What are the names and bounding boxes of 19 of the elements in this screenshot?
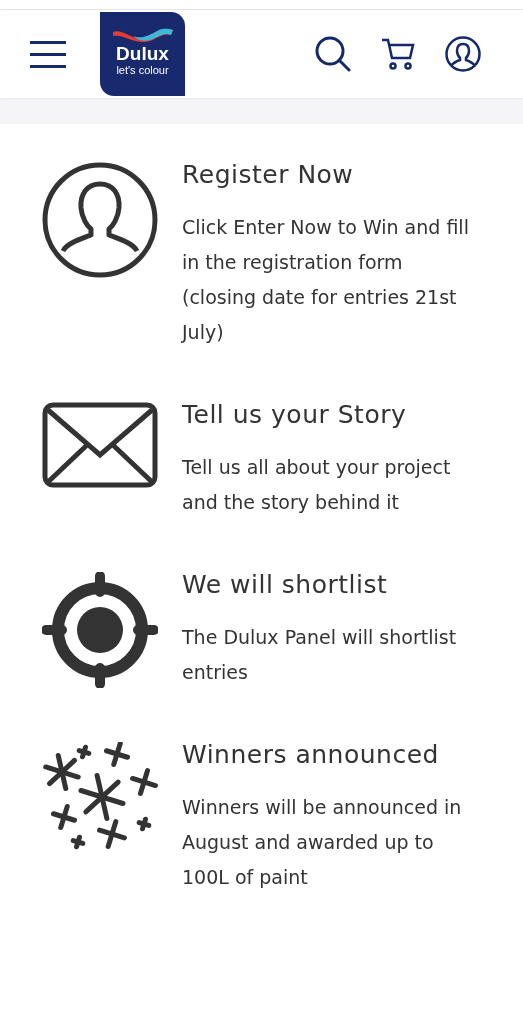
cart-icon[interactable] [381, 37, 415, 71]
logo-brand: Dulux [116, 44, 169, 63]
envelope-icon [42, 402, 158, 488]
step-title: Tell us your Story [182, 400, 408, 430]
logo[interactable]: Dulux let's colour [100, 12, 185, 96]
step-description: Winners will be announced in August and awarded up to 100L of paint [182, 795, 463, 890]
step-description: The Dulux Panel will shortlist entries [182, 625, 458, 685]
menu-icon[interactable] [30, 40, 66, 68]
search-icon[interactable] [315, 36, 351, 72]
target-icon [42, 572, 158, 688]
account-icon[interactable] [445, 36, 481, 72]
logo-tagline: let's colour [116, 65, 169, 76]
user-icon [42, 162, 158, 278]
step-title: We will shortlist [182, 570, 389, 600]
step-description: Click Enter Now to Win and fill in the registration form (closing date for entries 21st July) [182, 215, 470, 345]
sparkles-icon [42, 742, 158, 852]
step-title: Winners announced [182, 740, 440, 770]
step-description: Tell us all about your project and the story behind it [182, 455, 452, 515]
step-title: Register Now [182, 160, 355, 190]
